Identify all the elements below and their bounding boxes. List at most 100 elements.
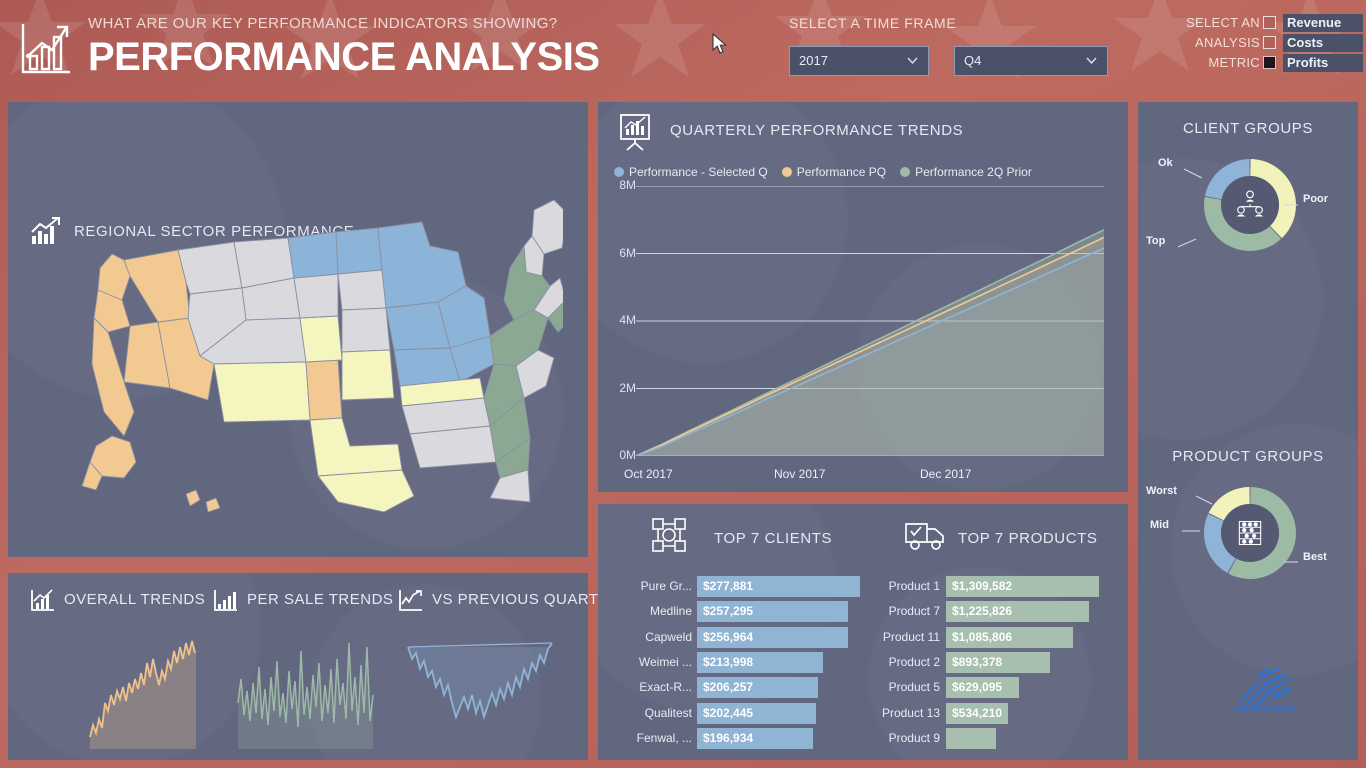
legend-color-dot (900, 167, 911, 177)
row-value: $1,309,582 (952, 579, 1013, 593)
header-question: WHAT ARE OUR KEY PERFORMANCE INDICATORS … (88, 15, 558, 32)
per-sale-trends-sparkline (237, 642, 374, 749)
top-clients-title: TOP 7 CLIENTS (714, 530, 833, 547)
metric-option-revenue[interactable]: Revenue (1263, 14, 1363, 32)
x-tick-label: Nov 2017 (774, 467, 826, 481)
row-label: Product 13 (881, 705, 940, 720)
row-value: $1,225,826 (952, 604, 1013, 619)
row-label: Product 9 (888, 730, 940, 745)
year-select-value: 2017 (799, 53, 828, 68)
regional-sector-performance-panel: REGIONAL SECTOR PERFORMANCE (8, 102, 588, 557)
trends-panel: OVERALL TRENDS PER SALE TRENDS VS PREVIO… (8, 573, 620, 760)
row-value: $629,095 (952, 680, 1003, 695)
metric-option-label: Revenue (1283, 14, 1363, 32)
donut-sidebar-panel: CLIENT GROUPS Poor Top Ok PRODUCT GROUPS Best… (1138, 102, 1358, 760)
table-row[interactable]: Product 11 $1,085,806 (598, 626, 1128, 648)
quarter-select-value: Q4 (964, 53, 982, 68)
table-row[interactable]: Product 2 $893,378 (598, 651, 1128, 673)
trend-line-icon (399, 590, 422, 611)
checkbox-revenue[interactable] (1263, 16, 1276, 29)
chart-legend: Performance - Selected Q Performance PQ Pe… (614, 163, 1046, 179)
table-row[interactable]: Product 5 $629,095 (598, 677, 1128, 699)
row-bar: $1,309,582 (946, 576, 1099, 597)
row-label: Product 5 (888, 680, 940, 695)
bar-chart-arrow-icon (21, 24, 70, 74)
presentation-chart-icon (620, 114, 650, 151)
top-lists-panel: TOP 7 CLIENTS TOP 7 PRODUCTS Pure Gr... $… (598, 504, 1128, 760)
legend-color-dot (781, 167, 792, 177)
metric-label-line-1: SELECT AN (1186, 15, 1260, 30)
checkbox-profits[interactable] (1263, 56, 1276, 69)
x-tick-label: Dec 2017 (920, 467, 972, 481)
metric-option-profits[interactable]: Profits (1263, 54, 1363, 72)
vs-previous-quarter-sparkline (407, 642, 553, 721)
vs-previous-quarter-label: VS PREVIOUS QUARTER (432, 591, 621, 608)
year-select[interactable]: 2017 (789, 46, 929, 76)
row-label: Product 7 (888, 604, 940, 619)
legend-item[interactable]: Performance PQ (781, 163, 887, 181)
x-tick-label: Oct 2017 (624, 467, 673, 481)
legend-color-dot (614, 167, 624, 177)
legend-label: Performance PQ (796, 165, 887, 179)
table-row[interactable]: Product 1 $1,309,582 (598, 576, 1128, 597)
y-tick-label: 0M (619, 448, 636, 462)
donut-label-worst[interactable]: Worst (1146, 485, 1177, 497)
row-bar: $1,225,826 (946, 601, 1089, 623)
y-tick-label: 8M (619, 178, 636, 192)
area-panel-title: QUARTERLY PERFORMANCE TRENDS (670, 122, 964, 139)
per-sale-trends-label: PER SALE TRENDS (247, 591, 394, 608)
donut-label-ok[interactable]: Ok (1158, 157, 1173, 169)
top-products-title: TOP 7 PRODUCTS (958, 530, 1098, 547)
y-tick-label: 2M (619, 380, 636, 395)
metric-option-label: Costs (1283, 34, 1363, 52)
legend-label: Performance 2Q Prior (915, 165, 1032, 179)
row-value: $1,085,806 (952, 629, 1013, 644)
chevron-down-icon (1086, 57, 1097, 65)
row-label: Product 1 (888, 579, 940, 593)
quarter-select[interactable]: Q4 (954, 46, 1108, 76)
overall-trends-sparkline (89, 640, 196, 749)
metric-option-label: Profits (1283, 54, 1363, 72)
usa-choropleth-map[interactable] (38, 150, 563, 535)
donut-label-best[interactable]: Best (1303, 551, 1327, 563)
metric-label: SELECT AN ANALYSIS METRIC (1150, 13, 1260, 73)
dashboard-root: WHAT ARE OUR KEY PERFORMANCE INDICATORS … (0, 0, 1366, 768)
row-label: Product 11 (882, 629, 940, 644)
metric-option-costs[interactable]: Costs (1263, 34, 1363, 52)
row-bar: $893,378 (946, 651, 1050, 673)
metric-label-line-3: METRIC (1208, 55, 1260, 70)
donut-label-poor[interactable]: Poor (1303, 193, 1328, 205)
legend-item[interactable]: Performance - Selected Q (614, 163, 768, 181)
row-label: Product 2 (888, 654, 940, 669)
bar-chart-icon (214, 590, 237, 611)
table-row[interactable]: Product 13 $534,210 (598, 702, 1128, 724)
donut-title-product-groups: PRODUCT GROUPS (1172, 448, 1324, 465)
chevron-down-icon (907, 57, 918, 65)
y-tick-label: 6M (619, 245, 636, 260)
line-chart-icon (31, 589, 54, 611)
overall-trends-label: OVERALL TRENDS (64, 591, 206, 608)
timeframe-label: SELECT A TIME FRAME (789, 15, 957, 31)
network-nodes-icon (652, 518, 686, 552)
row-value: $534,210 (952, 705, 1003, 720)
legend-label: Performance - Selected Q (629, 165, 768, 179)
page-title: PERFORMANCE ANALYSIS (88, 35, 600, 79)
row-bar: $1,085,806 (946, 626, 1073, 648)
checkbox-costs[interactable] (1263, 36, 1276, 49)
metric-label-line-2: ANALYSIS (1194, 35, 1260, 50)
table-row[interactable]: Product 9 (598, 727, 1128, 749)
legend-item[interactable]: Performance 2Q Prior (900, 163, 1032, 181)
donut-title-client-groups: CLIENT GROUPS (1182, 120, 1314, 137)
donut-label-top[interactable]: Top (1146, 235, 1165, 247)
donut-label-mid[interactable]: Mid (1150, 519, 1169, 531)
cumulative-area-chart[interactable] (636, 186, 1104, 456)
row-bar: $629,095 (946, 677, 1019, 699)
metric-checkbox-list: Revenue Costs Profits (1263, 14, 1363, 74)
table-row[interactable]: Product 7 $1,225,826 (598, 601, 1128, 623)
row-bar (946, 727, 996, 749)
row-bar: $534,210 (946, 702, 1008, 724)
delivery-truck-icon (905, 523, 944, 550)
row-value: $893,378 (952, 654, 1003, 669)
y-tick-label: 4M (619, 313, 636, 327)
header-bar: WHAT ARE OUR KEY PERFORMANCE INDICATORS … (0, 0, 1366, 95)
